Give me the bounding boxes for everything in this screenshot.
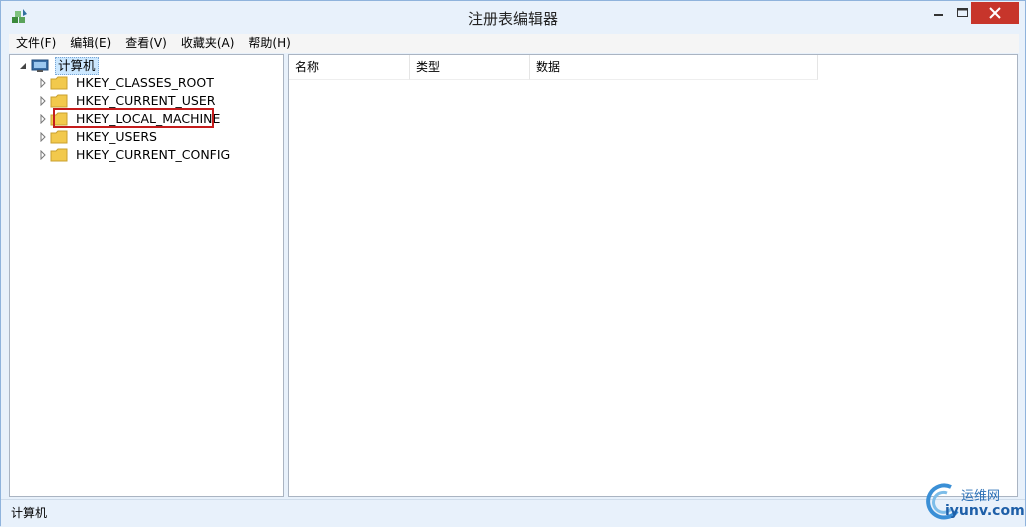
tree-item-label: HKEY_CURRENT_CONFIG (76, 147, 231, 162)
column-header-name[interactable]: 名称 (289, 55, 410, 80)
close-icon (989, 7, 1001, 19)
tree-root-row[interactable]: 计算机 (18, 57, 99, 75)
hkey-local-machine-highlight (53, 108, 214, 128)
minimize-icon (934, 14, 943, 16)
tree-item-hkey-classes-root[interactable]: HKEY_CLASSES_ROOT (38, 74, 217, 92)
folder-icon (50, 76, 68, 90)
column-header-data[interactable]: 数据 (530, 55, 818, 80)
expand-arrow-icon[interactable] (38, 150, 48, 160)
folder-icon (50, 130, 68, 144)
menu-bar: 文件(F) 编辑(E) 查看(V) 收藏夹(A) 帮助(H) (9, 34, 1019, 53)
tree-root-label: 计算机 (55, 57, 99, 75)
computer-icon (31, 59, 49, 72)
watermark-text-cn: 运维网 (961, 489, 1001, 504)
watermark-text-url: iyunv.com (945, 503, 1025, 519)
values-list-pane[interactable]: 名称 类型 数据 (288, 54, 1018, 497)
collapse-arrow-icon[interactable] (18, 61, 28, 71)
expand-arrow-icon[interactable] (38, 96, 48, 106)
expand-arrow-icon[interactable] (38, 114, 48, 124)
menu-edit[interactable]: 编辑(E) (63, 34, 118, 53)
close-button[interactable] (971, 2, 1019, 24)
watermark-logo: 运维网 iyunv.com (923, 479, 1025, 525)
registry-editor-window: 注册表编辑器 文件(F) 编辑(E) 查看(V) 收藏夹(A) 帮助(H) 计算… (0, 0, 1026, 527)
expand-arrow-icon[interactable] (38, 78, 48, 88)
tree-item-hkey-current-config[interactable]: HKEY_CURRENT_CONFIG (38, 146, 233, 164)
column-header-type[interactable]: 类型 (410, 55, 530, 80)
folder-icon (50, 94, 68, 108)
tree-item-label: HKEY_CLASSES_ROOT (76, 75, 214, 90)
maximize-icon (956, 8, 968, 17)
window-title: 注册表编辑器 (467, 10, 558, 28)
expand-arrow-icon[interactable] (38, 132, 48, 142)
tree-item-label: HKEY_CURRENT_USER (76, 93, 216, 108)
menu-file[interactable]: 文件(F) (9, 34, 63, 53)
tree-item-label: HKEY_USERS (76, 129, 157, 144)
folder-icon (50, 148, 68, 162)
status-text: 计算机 (11, 506, 48, 520)
menu-favorites[interactable]: 收藏夹(A) (174, 34, 242, 53)
status-bar: 计算机 (1, 499, 1025, 527)
title-bar[interactable]: 注册表编辑器 (1, 1, 1025, 33)
menu-view[interactable]: 查看(V) (118, 34, 174, 53)
tree-item-hkey-users[interactable]: HKEY_USERS (38, 128, 160, 146)
menu-help[interactable]: 帮助(H) (241, 34, 297, 53)
